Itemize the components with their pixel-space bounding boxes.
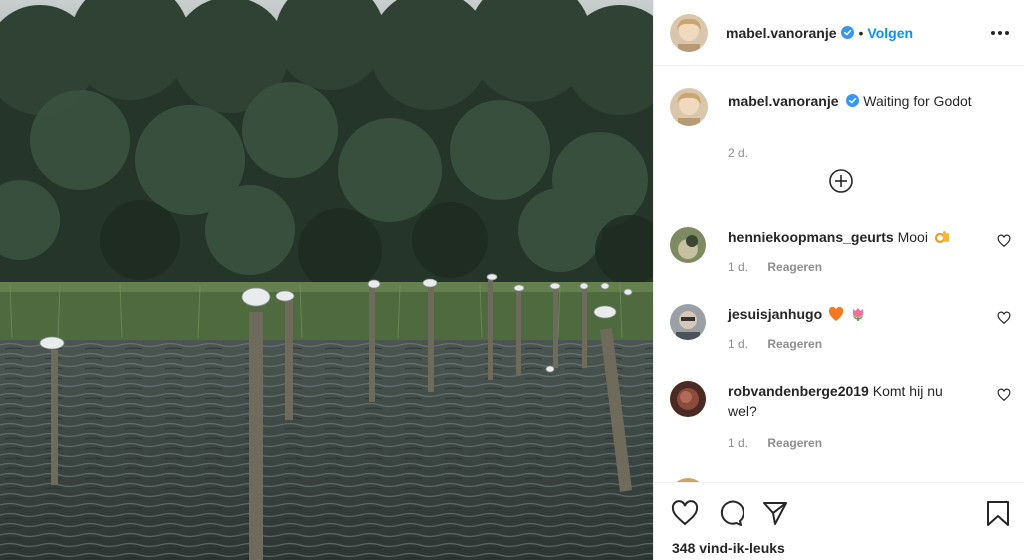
comments-scroll-area[interactable]: mabel.vanoranje Waiting for Godot 2 d. h… xyxy=(654,66,1024,482)
tulip-emoji-icon xyxy=(852,308,863,321)
comment-username[interactable]: henniekoopmans_geurts xyxy=(728,229,894,245)
reply-button[interactable]: Reageren xyxy=(767,337,822,351)
heart-icon[interactable] xyxy=(997,311,1011,325)
separator-dot: • xyxy=(858,24,864,41)
post-side-panel: mabel.vanoranje • Volgen mabel.vanoranje… xyxy=(653,0,1024,560)
comment-text-block: jesuisjanhugo xyxy=(728,304,973,324)
share-icon[interactable] xyxy=(761,499,789,527)
comment-username[interactable]: jesuisjanhugo xyxy=(728,306,822,322)
comment-time: 1 d. xyxy=(728,337,749,351)
bookmark-icon[interactable] xyxy=(984,499,1012,527)
caption-text-block: mabel.vanoranje Waiting for Godot xyxy=(728,91,1013,111)
post-actions-bar: 348 vind-ik-leuks xyxy=(654,482,1024,560)
comment-time: 1 d. xyxy=(728,260,749,274)
comment-meta: 1 d. Reageren xyxy=(728,337,838,351)
commenter-avatar[interactable] xyxy=(670,381,706,417)
load-more-icon[interactable] xyxy=(827,167,855,195)
caption-avatar[interactable] xyxy=(670,88,708,126)
orange-heart-emoji-icon xyxy=(828,306,844,321)
heart-icon[interactable] xyxy=(997,388,1011,402)
caption-username[interactable]: mabel.vanoranje xyxy=(728,93,839,109)
caption-time: 2 d. xyxy=(728,146,749,160)
follow-button[interactable]: Volgen xyxy=(867,25,913,41)
more-options-icon[interactable] xyxy=(989,22,1011,44)
header-name-row: mabel.vanoranje • Volgen xyxy=(726,25,913,41)
post-header: mabel.vanoranje • Volgen xyxy=(654,0,1024,66)
heart-icon[interactable] xyxy=(671,499,699,527)
verified-badge-icon xyxy=(840,26,854,39)
comment-text-block: robvandenberge2019 Komt hij nu wel? xyxy=(728,381,973,421)
comment-username[interactable]: robvandenberge2019 xyxy=(728,383,869,399)
heart-icon[interactable] xyxy=(997,234,1011,248)
reply-button[interactable]: Reageren xyxy=(767,436,822,450)
ok-hand-emoji-icon xyxy=(934,231,949,244)
comment-time: 1 d. xyxy=(728,436,749,450)
likes-count[interactable]: 348 vind-ik-leuks xyxy=(672,540,785,556)
comment-meta: 1 d. Reageren xyxy=(728,260,838,274)
lake-with-seagulls-image xyxy=(0,0,653,560)
author-username[interactable]: mabel.vanoranje xyxy=(726,25,837,41)
comment-text-block: henniekoopmans_geurts Mooi xyxy=(728,227,973,247)
comment-meta: 1 d. Reageren xyxy=(728,436,838,450)
author-avatar[interactable] xyxy=(670,13,708,52)
caption-text: Waiting for Godot xyxy=(863,93,972,109)
post-photo xyxy=(0,0,653,560)
commenter-avatar[interactable] xyxy=(670,304,706,340)
verified-badge-icon xyxy=(846,94,860,107)
commenter-avatar[interactable] xyxy=(670,227,706,263)
comment-icon[interactable] xyxy=(716,499,744,527)
reply-button[interactable]: Reageren xyxy=(767,260,822,274)
comment-text: Mooi xyxy=(897,229,928,245)
